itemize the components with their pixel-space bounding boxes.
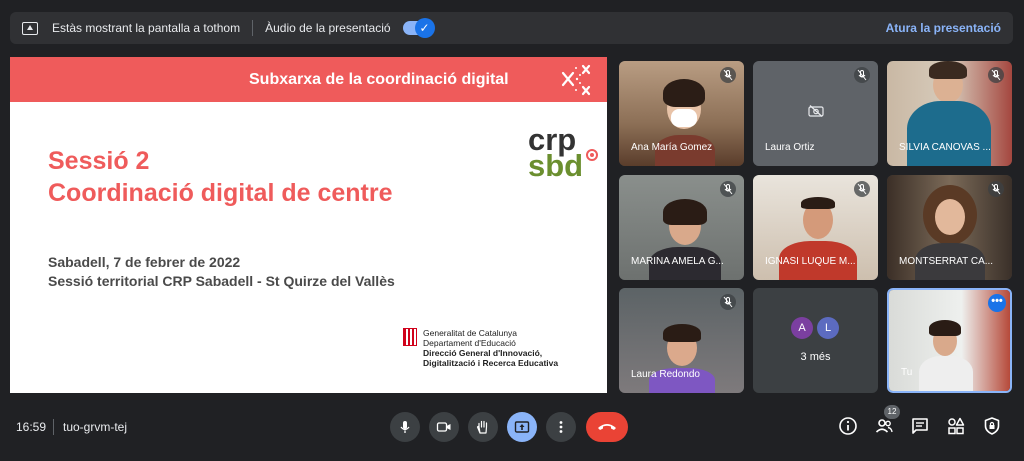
meeting-code: tuo-grvm-tej xyxy=(63,420,128,434)
participant-tile[interactable]: SILVIA CANOVAS ... xyxy=(887,61,1012,166)
slide-header-text: Subxarxa de la coordinació digital xyxy=(249,70,509,88)
people-count-badge: 12 xyxy=(884,405,900,419)
more-participants-label: 3 més xyxy=(800,351,831,363)
target-icon xyxy=(586,149,598,161)
people-icon xyxy=(875,419,893,433)
sharing-status-text: Estàs mostrant la pantalla a tothom xyxy=(52,21,241,35)
microphone-icon xyxy=(400,421,410,433)
more-vert-icon xyxy=(559,421,563,433)
clock-time: 16:59 xyxy=(16,420,47,434)
participant-name: IGNASI LUQUE M... xyxy=(765,256,856,267)
slide-subtitle: Sabadell, 7 de febrer de 2022 Sessió ter… xyxy=(48,253,395,291)
crp-logo: crp sbd xyxy=(528,124,598,183)
mic-off-icon xyxy=(988,181,1004,197)
slide-header: Subxarxa de la coordinació digital xyxy=(10,57,607,102)
gencat-line-2: Departament d'Educació xyxy=(423,338,516,348)
participant-name: Ana María Gomez xyxy=(631,142,713,153)
check-icon: ✓ xyxy=(414,18,435,38)
mic-off-icon xyxy=(854,67,870,83)
more-options-icon[interactable]: ••• xyxy=(988,294,1006,312)
audio-label: Àudio de la presentació xyxy=(265,21,391,35)
shared-slide: Subxarxa de la coordinació digital Sessi… xyxy=(10,57,607,393)
presentation-banner: Estàs mostrant la pantalla a tothom Àudi… xyxy=(10,12,1013,44)
participant-tile[interactable]: Ana María Gomez xyxy=(619,61,744,166)
avatar: A xyxy=(791,317,813,339)
info-icon xyxy=(839,417,857,435)
network-logo-icon xyxy=(561,64,591,96)
raise-hand-button[interactable] xyxy=(468,412,498,442)
participant-name: SILVIA CANOVAS ... xyxy=(899,142,991,153)
mic-off-icon xyxy=(720,181,736,197)
people-button[interactable] xyxy=(874,416,894,436)
mic-off-icon xyxy=(720,294,736,310)
gencat-line-3: Direcció General d'Innovació, xyxy=(423,348,543,358)
phone-hangup-icon xyxy=(598,424,616,430)
activities-icon xyxy=(948,417,965,435)
catalan-flag-icon xyxy=(403,328,417,346)
sbd-logo-text: sbd xyxy=(528,148,584,183)
participant-tile[interactable]: MARINA AMELA G... xyxy=(619,175,744,280)
audio-toggle[interactable]: ✓ xyxy=(402,18,435,38)
gencat-logo: Generalitat de Catalunya Departament d'E… xyxy=(403,328,558,368)
present-screen-icon xyxy=(22,21,38,35)
shield-lock-icon xyxy=(984,417,1000,435)
slide-title: Sessió 2 Coordinació digital de centre xyxy=(48,145,393,209)
activities-button[interactable] xyxy=(946,416,966,436)
avatar: L xyxy=(817,317,839,339)
present-screen-icon xyxy=(514,421,530,433)
slide-title-line-1: Sessió 2 xyxy=(48,147,150,175)
participant-tile[interactable]: MONTSERRAT CA... xyxy=(887,175,1012,280)
more-options-button[interactable] xyxy=(546,412,576,442)
mic-off-icon xyxy=(854,181,870,197)
divider xyxy=(53,419,54,435)
slide-title-line-2: Coordinació digital de centre xyxy=(48,179,393,207)
mic-off-icon xyxy=(988,67,1004,83)
gencat-line-1: Generalitat de Catalunya xyxy=(423,328,518,338)
host-controls-button[interactable] xyxy=(982,416,1002,436)
leave-call-button[interactable] xyxy=(586,412,628,442)
camera-icon xyxy=(436,422,451,432)
meeting-details-button[interactable] xyxy=(838,416,858,436)
camera-off-icon xyxy=(808,105,824,117)
camera-button[interactable] xyxy=(429,412,459,442)
participant-tile[interactable]: Laura Ortiz xyxy=(753,61,878,166)
slide-session: Sessió territorial CRP Sabadell - St Qui… xyxy=(48,273,395,289)
overflow-participants-tile[interactable]: A L 3 més xyxy=(753,288,878,393)
meeting-controls: 16:59 tuo-grvm-tej xyxy=(0,400,1024,455)
participant-name: MONTSERRAT CA... xyxy=(899,256,994,267)
slide-date: Sabadell, 7 de febrer de 2022 xyxy=(48,254,241,270)
participant-name: Laura Ortiz xyxy=(765,142,815,153)
present-button[interactable] xyxy=(507,412,537,442)
microphone-button[interactable] xyxy=(390,412,420,442)
overflow-avatars: A L xyxy=(791,317,843,339)
participant-name: MARINA AMELA G... xyxy=(631,256,724,267)
participant-name: Laura Redondo xyxy=(631,369,700,380)
gencat-line-4: Digitalització i Recerca Educativa xyxy=(423,358,559,368)
divider xyxy=(252,20,254,36)
mic-off-icon xyxy=(720,67,736,83)
participant-name: Tu xyxy=(901,367,913,378)
stop-presenting-button[interactable]: Atura la presentació xyxy=(886,21,1001,35)
self-view-tile[interactable]: ••• Tu xyxy=(887,288,1012,393)
chat-icon xyxy=(912,418,928,434)
hand-icon xyxy=(476,420,488,434)
participant-tile[interactable]: IGNASI LUQUE M... xyxy=(753,175,878,280)
chat-button[interactable] xyxy=(910,416,930,436)
participant-tile[interactable]: Laura Redondo xyxy=(619,288,744,393)
